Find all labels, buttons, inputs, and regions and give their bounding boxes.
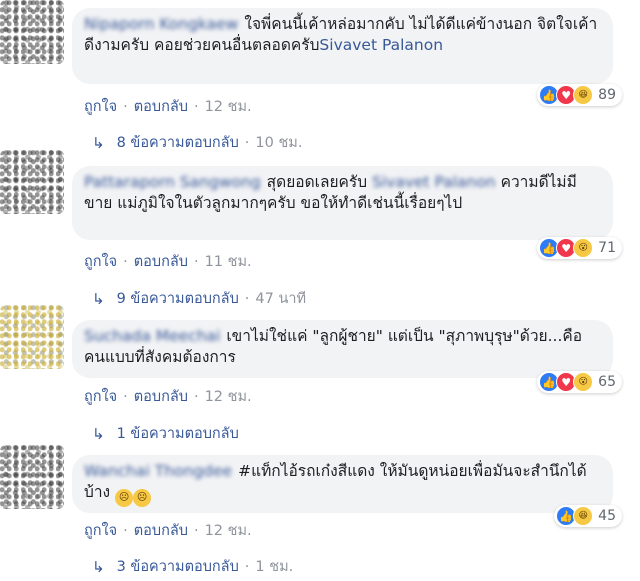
like-button[interactable]: ถูกใจ	[84, 250, 117, 273]
comment-bubble: Suchada Meechai เขาไม่ใช่แค่ "ลูกผู้ชาย" …	[72, 320, 613, 378]
wow-reaction-icon: 😮	[573, 238, 594, 258]
separator-dot: ·	[123, 253, 128, 270]
mention-link[interactable]: Sivavet Palanon	[372, 173, 496, 191]
avatar[interactable]	[0, 150, 64, 214]
comment-bubble: Wanchai Thongdee #แท็กไอ้รถเก๋งสีแดง ให้ม…	[72, 455, 613, 513]
comment-actions: ถูกใจ · ตอบกลับ · 12 ชม.	[84, 385, 252, 408]
separator-dot: ·	[193, 98, 199, 115]
view-replies-link[interactable]: ↳ 9 ข้อความตอบกลับ · 47 นาที	[92, 287, 306, 310]
sad-emoji-icon: ☹	[133, 489, 152, 507]
reply-arrow-icon: ↳	[92, 133, 105, 152]
comment-author[interactable]: Wanchai Thongdee	[84, 462, 232, 480]
separator-dot: ·	[193, 388, 199, 405]
comment-text: สุดยอดเลยครับ	[266, 173, 368, 191]
replies-time: 1 ชม.	[255, 559, 294, 575]
mention-link[interactable]: Sivavet Palanon	[319, 36, 443, 54]
reactions-summary[interactable]: 👍 ♥ 😆 89	[537, 84, 622, 106]
reply-arrow-icon: ↳	[92, 424, 105, 443]
reaction-count: 65	[598, 374, 616, 390]
reactions-summary[interactable]: 👍 ♥ 😮 65	[537, 371, 622, 393]
replies-count[interactable]: 3 ข้อความตอบกลับ	[117, 555, 239, 578]
comment-time[interactable]: 11 ชม.	[205, 250, 252, 273]
view-replies-link[interactable]: ↳ 8 ข้อความตอบกลับ · 10 ชม.	[92, 131, 302, 154]
haha-reaction-icon: 😆	[573, 85, 594, 105]
like-button[interactable]: ถูกใจ	[84, 385, 117, 408]
comment-time[interactable]: 12 ชม.	[205, 385, 252, 408]
view-replies-link[interactable]: ↳ 3 ข้อความตอบกลับ · 1 ชม.	[92, 555, 293, 578]
reply-button[interactable]: ตอบกลับ	[134, 519, 188, 542]
reactions-summary[interactable]: 👍 😆 45	[554, 505, 622, 527]
reply-button[interactable]: ตอบกลับ	[134, 250, 188, 273]
comment-author[interactable]: Nipaporn Kongkaew	[84, 15, 238, 33]
comment-author[interactable]: Suchada Meechai	[84, 327, 220, 345]
separator-dot: ·	[123, 522, 128, 539]
like-button[interactable]: ถูกใจ	[84, 519, 117, 542]
replies-time: 10 ชม.	[255, 135, 303, 151]
reactions-summary[interactable]: 👍 ♥ 😮 71	[537, 237, 622, 259]
haha-reaction-icon: 😆	[573, 506, 594, 526]
separator-dot: ·	[244, 558, 250, 575]
avatar[interactable]	[0, 445, 64, 509]
comment-bubble: Nipaporn Kongkaew ใจพี่คนนี้เค้าหล่อมากคั…	[72, 8, 613, 84]
comment-actions: ถูกใจ · ตอบกลับ · 12 ชม.	[84, 519, 252, 542]
reply-arrow-icon: ↳	[92, 289, 105, 308]
comment-bubble: Pattaraporn Sangwong สุดยอดเลยครับ Sivave…	[72, 166, 613, 240]
separator-dot: ·	[193, 522, 199, 539]
view-replies-link[interactable]: ↳ 1 ข้อความตอบกลับ	[92, 422, 239, 445]
replies-time: 47 นาที	[255, 291, 307, 307]
avatar[interactable]	[0, 305, 64, 369]
reaction-count: 71	[598, 240, 616, 256]
reaction-count: 89	[598, 87, 616, 103]
reaction-count: 45	[598, 508, 616, 524]
comment-actions: ถูกใจ · ตอบกลับ · 11 ชม.	[84, 250, 252, 273]
replies-count[interactable]: 9 ข้อความตอบกลับ	[117, 287, 239, 310]
reply-arrow-icon: ↳	[92, 557, 105, 576]
reply-button[interactable]: ตอบกลับ	[134, 95, 188, 118]
separator-dot: ·	[193, 253, 199, 270]
comment-time[interactable]: 12 ชม.	[205, 95, 252, 118]
separator-dot: ·	[244, 290, 250, 307]
comment-actions: ถูกใจ · ตอบกลับ · 12 ชม.	[84, 95, 252, 118]
reply-button[interactable]: ตอบกลับ	[134, 385, 188, 408]
sad-emoji-icon: ☹	[115, 489, 134, 507]
replies-count[interactable]: 8 ข้อความตอบกลับ	[117, 131, 239, 154]
separator-dot: ·	[123, 388, 128, 405]
replies-count[interactable]: 1 ข้อความตอบกลับ	[117, 422, 239, 445]
separator-dot: ·	[244, 134, 250, 151]
comment-time[interactable]: 12 ชม.	[205, 519, 252, 542]
like-button[interactable]: ถูกใจ	[84, 95, 117, 118]
avatar[interactable]	[0, 0, 64, 64]
wow-reaction-icon: 😮	[573, 372, 594, 392]
comment-author[interactable]: Pattaraporn Sangwong	[84, 173, 261, 191]
separator-dot: ·	[123, 98, 128, 115]
